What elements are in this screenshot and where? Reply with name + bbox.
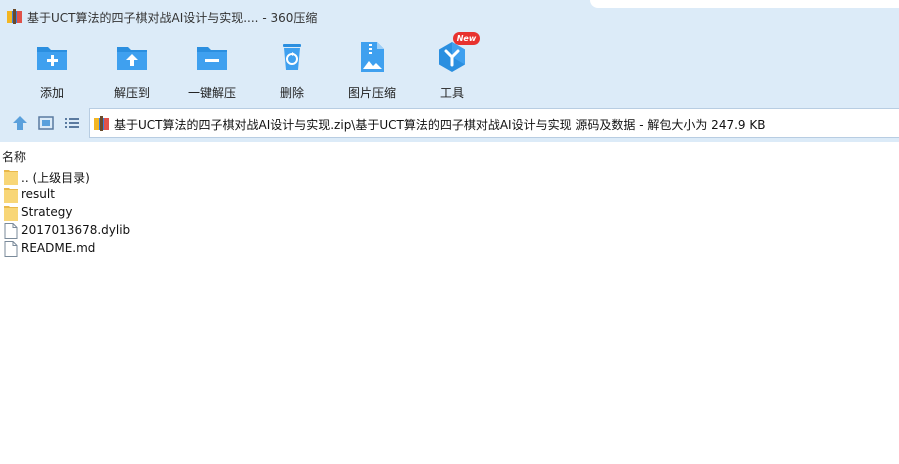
toolbar: 添加 解压到 一键解压 删除 图片压缩 工具 New bbox=[0, 32, 899, 104]
delete-label: 删除 bbox=[279, 86, 304, 100]
file-name: README.md bbox=[21, 241, 96, 255]
extract-folder-icon bbox=[117, 47, 147, 70]
view-thumbnail-icon[interactable] bbox=[36, 113, 56, 133]
tools-label: 工具 bbox=[439, 86, 464, 100]
folder-icon bbox=[4, 170, 18, 185]
list-item-dylib[interactable]: 2017013678.dylib bbox=[0, 222, 300, 240]
column-header: 名称 bbox=[0, 148, 899, 166]
file-name: result bbox=[21, 187, 55, 201]
add-folder-icon bbox=[37, 47, 67, 70]
address-path: 基于UCT算法的四子棋对战AI设计与实现.zip\基于UCT算法的四子棋对战AI… bbox=[114, 118, 766, 132]
list-item-parent[interactable]: .. (上级目录) bbox=[0, 168, 300, 186]
delete-button[interactable]: 删除 bbox=[252, 41, 332, 101]
folder-icon bbox=[4, 188, 18, 203]
extract-label: 解压到 bbox=[113, 86, 150, 100]
window-title: 基于UCT算法的四子棋对战AI设计与实现.... - 360压缩 bbox=[27, 11, 318, 25]
folder-icon bbox=[4, 206, 18, 221]
one-click-label: 一键解压 bbox=[187, 86, 236, 100]
title-bar-edge bbox=[590, 0, 899, 8]
list-item-result[interactable]: result bbox=[0, 186, 300, 204]
list-item-strategy[interactable]: Strategy bbox=[0, 204, 300, 222]
navigation-bar: 基于UCT算法的四子棋对战AI设计与实现.zip\基于UCT算法的四子棋对战AI… bbox=[0, 104, 899, 142]
list-item-readme[interactable]: README.md bbox=[0, 240, 300, 258]
view-list-icon[interactable] bbox=[62, 113, 82, 133]
image-compress-button[interactable]: 图片压缩 bbox=[332, 41, 412, 101]
archive-path-icon bbox=[94, 116, 109, 131]
file-name: Strategy bbox=[21, 205, 73, 219]
file-name: 2017013678.dylib bbox=[21, 223, 131, 237]
add-button[interactable]: 添加 bbox=[12, 41, 92, 101]
new-badge: New bbox=[453, 32, 480, 45]
file-icon bbox=[4, 223, 18, 239]
file-icon bbox=[4, 241, 18, 257]
image-compress-icon bbox=[361, 42, 384, 72]
extract-to-button[interactable]: 解压到 bbox=[92, 41, 172, 101]
file-name: .. (上级目录) bbox=[21, 171, 90, 185]
column-name-header[interactable]: 名称 bbox=[2, 148, 26, 165]
add-label: 添加 bbox=[39, 86, 64, 100]
address-bar[interactable]: 基于UCT算法的四子棋对战AI设计与实现.zip\基于UCT算法的四子棋对战AI… bbox=[89, 108, 899, 138]
image-compress-label: 图片压缩 bbox=[347, 86, 396, 100]
tools-button[interactable]: 工具 bbox=[412, 41, 492, 101]
recycle-bin-icon bbox=[283, 44, 301, 70]
one-click-folder-icon bbox=[197, 47, 227, 70]
archive-app-icon bbox=[7, 9, 22, 24]
one-click-extract-button[interactable]: 一键解压 bbox=[172, 41, 252, 101]
tools-hexagon-icon bbox=[439, 42, 465, 72]
up-arrow-icon[interactable] bbox=[10, 113, 30, 133]
